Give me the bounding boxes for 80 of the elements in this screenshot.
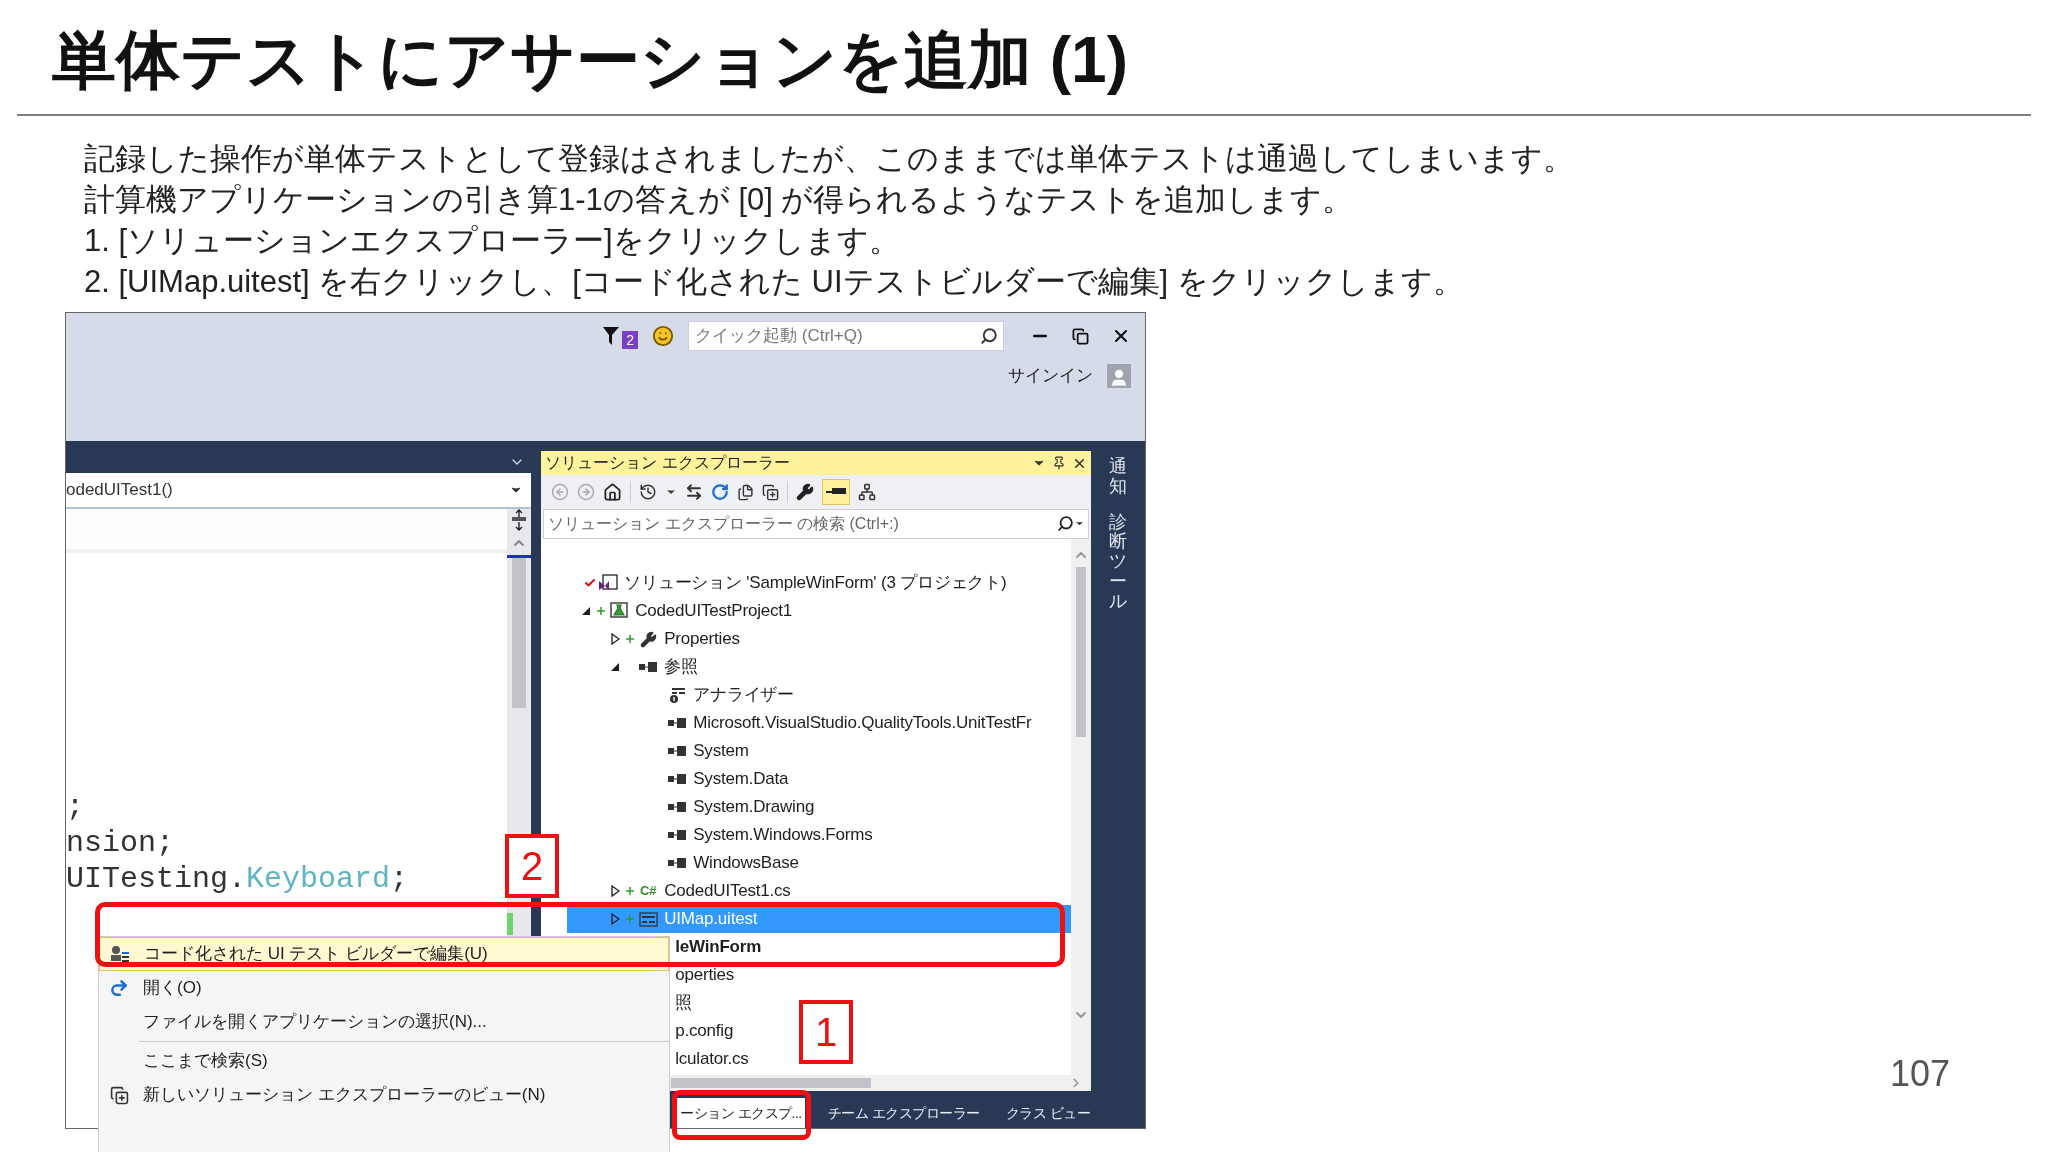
analyzer-icon: [668, 686, 686, 704]
reference-icon: [639, 662, 658, 672]
panel-title: ソリューション エクスプローラー: [545, 453, 790, 473]
tree-item[interactable]: WindowsBase: [567, 849, 1072, 877]
reference-icon: [668, 802, 687, 812]
tree-item[interactable]: Properties: [567, 625, 1072, 653]
menu-item[interactable]: ファイルを開くアプリケーションの選択(N)...: [99, 1005, 669, 1039]
tree-item[interactable]: ソリューション 'SampleWinForm' (3 プロジェクト): [567, 569, 1072, 597]
builder-icon: [110, 945, 130, 963]
tree-scrollbar[interactable]: [1071, 539, 1092, 1075]
pin-icon[interactable]: [1052, 456, 1067, 470]
collapsed-arrow-icon[interactable]: [610, 633, 620, 645]
page-number: 107: [1889, 1052, 1950, 1096]
step-callout: 1: [799, 1000, 853, 1064]
member-dropdown[interactable]: odedUITest1(): [66, 473, 532, 509]
reference-icon: [668, 746, 687, 756]
menu-item[interactable]: 新しいソリューション エクスプローラーのビュー(N): [99, 1078, 669, 1112]
menu-item[interactable]: 開く(O): [99, 971, 669, 1005]
body-text: 計算機アプリケーションの引き算1-1の答えが [0] が得られるようなテストを追加します。: [84, 181, 1355, 219]
split-handle-icon[interactable]: [511, 509, 528, 531]
csharp-icon: C#: [640, 881, 657, 901]
panel-tab[interactable]: チーム エクスプローラー: [824, 1098, 983, 1128]
reference-icon: [668, 858, 687, 868]
solution-icon: [598, 574, 619, 592]
wrench-icon[interactable]: [796, 483, 815, 501]
reference-icon: [668, 718, 687, 728]
code-line: nsion;: [66, 825, 176, 861]
collapse-all-icon[interactable]: [737, 483, 755, 501]
sync-icon[interactable]: [685, 483, 704, 501]
panel-tab[interactable]: クラス ビュー: [1002, 1098, 1094, 1128]
panel-tab[interactable]: ーション エクスプ...: [677, 1098, 805, 1128]
tree-item[interactable]: System.Data: [567, 765, 1072, 793]
reference-icon: [668, 774, 687, 784]
wrench-icon: [639, 630, 657, 648]
search-icon: [980, 327, 998, 345]
step-callout: 2: [505, 834, 559, 898]
restore-icon[interactable]: [1072, 327, 1089, 345]
preview-toggle[interactable]: [822, 479, 851, 505]
reference-icon: [668, 830, 687, 840]
collapsed-arrow-icon[interactable]: [610, 913, 620, 925]
change-marker: [507, 913, 514, 935]
code-line: ;: [66, 789, 85, 825]
filter-icon[interactable]: [602, 326, 621, 346]
new-view-icon: [109, 1085, 129, 1105]
search-field[interactable]: ソリューション エクスプローラー の検索 (Ctrl+:): [543, 509, 1090, 539]
quick-launch-field[interactable]: クイック起動 (Ctrl+Q): [688, 321, 1004, 351]
tree-item[interactable]: System: [567, 737, 1072, 765]
slide-title: 単体テストにアサーションを追加 (1): [51, 23, 1129, 98]
history-icon[interactable]: [639, 483, 658, 501]
tree-item[interactable]: CodedUITestProject1: [567, 597, 1072, 625]
collapsed-arrow-icon[interactable]: [610, 885, 620, 897]
home-icon[interactable]: [603, 482, 623, 502]
expanded-arrow-icon[interactable]: [610, 662, 621, 672]
side-tab[interactable]: 診断ツール: [1109, 512, 1128, 612]
body-text: 2. [UIMap.uitest] を右クリックし、[コード化された UIテストビルダーで編集] をクリックします。: [84, 263, 1465, 301]
search-icon: [1057, 515, 1075, 532]
tree-item[interactable]: System.Windows.Forms: [567, 821, 1072, 849]
scroll-thumb[interactable]: [512, 558, 527, 708]
sign-in-link[interactable]: サインイン: [1008, 363, 1093, 389]
expanded-arrow-icon[interactable]: [581, 606, 592, 616]
uitest-file-icon: [638, 911, 658, 927]
open-arrow-icon: [109, 978, 129, 998]
preview-icon: [826, 488, 847, 496]
scroll-thumb[interactable]: [1076, 567, 1087, 737]
notification-badge: 2: [622, 331, 638, 349]
menu-item[interactable]: ここまで検索(S): [99, 1044, 669, 1078]
tree-item[interactable]: C# CodedUITest1.cs: [567, 877, 1072, 905]
tree-item[interactable]: 参照: [567, 653, 1072, 681]
test-project-icon: [609, 602, 630, 620]
code-line: UITesting.Keyboard;: [66, 861, 410, 897]
class-view-icon[interactable]: [858, 483, 877, 501]
refresh-icon[interactable]: [711, 483, 730, 501]
tree-item[interactable]: Microsoft.VisualStudio.QualityTools.UnitTestFr: [567, 709, 1072, 737]
side-tab[interactable]: 通知: [1109, 457, 1128, 497]
smiley-icon[interactable]: [652, 325, 674, 347]
tree-item[interactable]: System.Drawing: [567, 793, 1072, 821]
show-all-files-icon[interactable]: [762, 483, 780, 501]
body-text: 記録した操作が単体テストとして登録はされましたが、このままでは単体テストは通過してしまいます。: [84, 140, 1575, 178]
tree-item[interactable]: アナライザー: [567, 681, 1072, 709]
body-text: 1. [ソリューションエクスプローラー]をクリックします。: [84, 222, 901, 260]
